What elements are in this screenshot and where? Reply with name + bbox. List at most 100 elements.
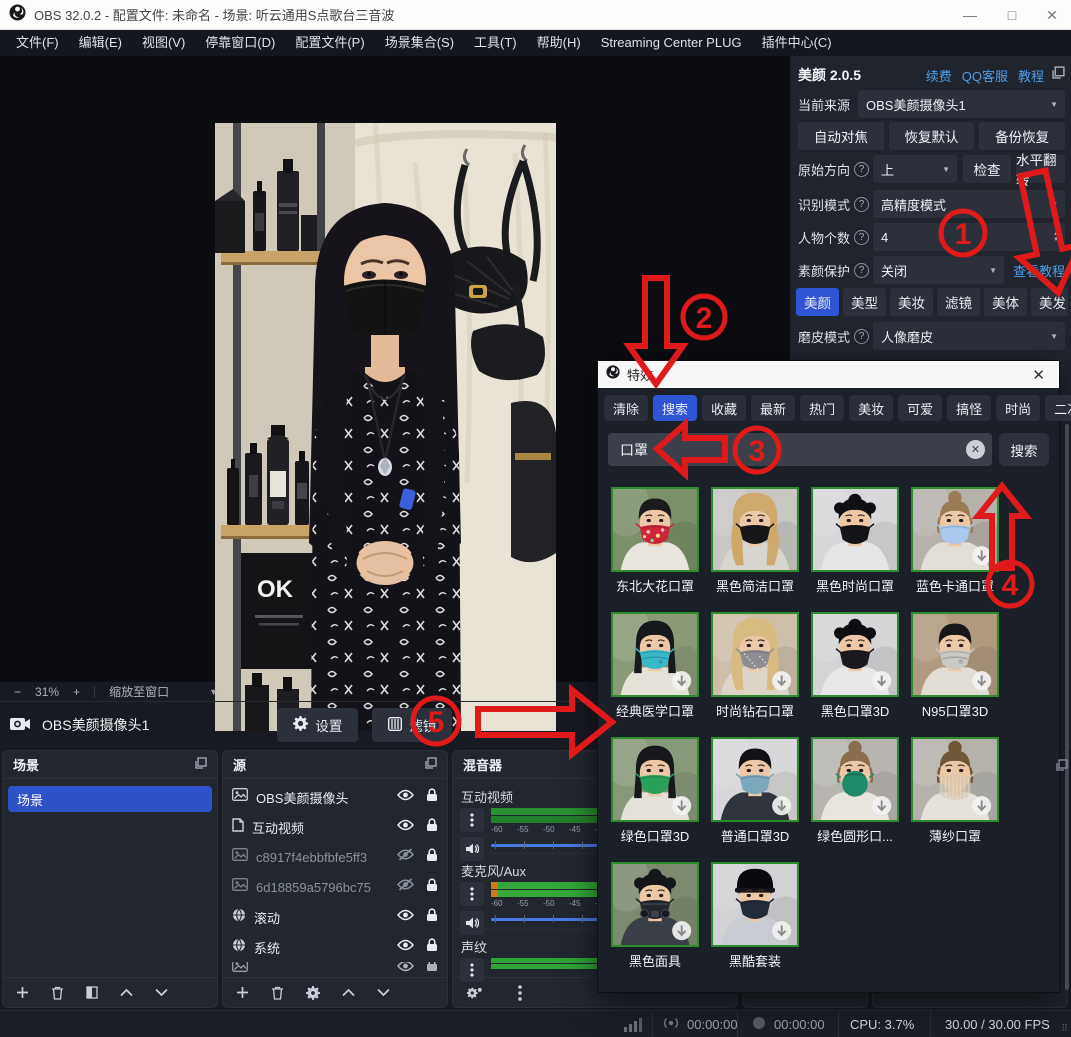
- visibility-eye-icon[interactable]: [397, 788, 414, 806]
- orientation-select[interactable]: 上▼: [873, 155, 957, 183]
- effect-thumbnail[interactable]: [711, 487, 799, 572]
- source-row-系统[interactable]: 系统: [223, 932, 447, 962]
- lock-icon[interactable]: [426, 908, 438, 927]
- clear-search-icon[interactable]: ✕: [966, 440, 985, 459]
- effect-item-黑色面具[interactable]: 黑色面具: [611, 862, 699, 970]
- lock-icon[interactable]: [426, 848, 438, 867]
- effect-thumbnail[interactable]: [611, 487, 699, 572]
- effect-thumbnail[interactable]: [711, 862, 799, 947]
- effects-tab-时尚[interactable]: 时尚: [996, 395, 1040, 421]
- protect-select[interactable]: 关闭▼: [873, 256, 1004, 284]
- beauty-tab-美妆[interactable]: 美妆: [890, 288, 933, 316]
- advanced-audio-icon[interactable]: [466, 986, 482, 1000]
- dock-popout-icon[interactable]: [1056, 758, 1068, 776]
- effect-thumbnail[interactable]: [811, 737, 899, 822]
- tutorial-top-link[interactable]: 教程: [1018, 66, 1044, 85]
- effect-thumbnail[interactable]: [711, 737, 799, 822]
- add-scene-icon[interactable]: [16, 986, 29, 999]
- effect-item-绿色圆形口...[interactable]: 绿色圆形口...: [811, 737, 899, 845]
- settings-button[interactable]: 设置: [277, 708, 358, 742]
- source-row-partial[interactable]: [223, 962, 447, 973]
- effect-item-黑色简洁口罩[interactable]: 黑色简洁口罩: [711, 487, 799, 595]
- effects-tab-热门[interactable]: 热门: [800, 395, 844, 421]
- speaker-icon[interactable]: [460, 911, 484, 935]
- dialog-close-button[interactable]: ✕: [1026, 366, 1051, 384]
- move-scene-up-icon[interactable]: [120, 988, 133, 997]
- source-row-互动视频[interactable]: 互动视频: [223, 812, 447, 842]
- effects-tab-可爱[interactable]: 可爱: [898, 395, 942, 421]
- effect-item-黑色口罩3D[interactable]: 黑色口罩3D: [811, 612, 899, 720]
- zoom-out-button[interactable]: −: [14, 685, 21, 699]
- effect-thumbnail[interactable]: [811, 612, 899, 697]
- check-button[interactable]: 检查: [963, 155, 1011, 183]
- effect-thumbnail[interactable]: [711, 612, 799, 697]
- menu-item-2[interactable]: 编辑(E): [69, 30, 132, 56]
- chevron-down-icon[interactable]: ▼: [209, 687, 218, 697]
- effect-thumbnail[interactable]: [611, 737, 699, 822]
- visibility-eye-icon[interactable]: [397, 908, 414, 926]
- maximize-button[interactable]: □: [995, 0, 1029, 30]
- close-button[interactable]: ✕: [1035, 0, 1069, 30]
- lock-icon[interactable]: [426, 818, 438, 837]
- dock-popout-icon[interactable]: [425, 756, 437, 774]
- effect-thumbnail[interactable]: [611, 612, 699, 697]
- scene-filters-icon[interactable]: [86, 986, 98, 999]
- menu-item-7[interactable]: 工具(T): [464, 30, 527, 56]
- menu-item-5[interactable]: 配置文件(P): [285, 30, 374, 56]
- beauty-tab-美体[interactable]: 美体: [984, 288, 1027, 316]
- recognition-mode-select[interactable]: 高精度模式▼: [873, 190, 1065, 218]
- effect-thumbnail[interactable]: [911, 487, 999, 572]
- effect-item-薄纱口罩[interactable]: 薄纱口罩: [911, 737, 999, 845]
- effect-item-黑色时尚口罩[interactable]: 黑色时尚口罩: [811, 487, 899, 595]
- remove-source-icon[interactable]: [271, 986, 284, 1000]
- effects-tab-搞怪[interactable]: 搞怪: [947, 395, 991, 421]
- effects-tab-搜索[interactable]: 搜索: [653, 395, 697, 421]
- beauty-tab-美颜[interactable]: 美颜: [796, 288, 839, 316]
- source-row-c8917f4ebbfbfe5ff3[interactable]: c8917f4ebbfbfe5ff3: [223, 842, 447, 872]
- effect-item-绿色口罩3D[interactable]: 绿色口罩3D: [611, 737, 699, 845]
- visibility-eye-icon[interactable]: [397, 962, 414, 973]
- speaker-icon[interactable]: [460, 837, 484, 861]
- effect-item-普通口罩3D[interactable]: 普通口罩3D: [711, 737, 799, 845]
- effect-thumbnail[interactable]: [911, 612, 999, 697]
- restore-default-button[interactable]: 恢复默认: [889, 122, 975, 150]
- source-select[interactable]: OBS美颜摄像头1▼: [858, 90, 1065, 118]
- dock-popout-icon[interactable]: [195, 756, 207, 774]
- visibility-eye-icon[interactable]: [397, 818, 414, 836]
- effect-thumbnail[interactable]: [611, 862, 699, 947]
- effect-item-经典医学口罩[interactable]: 经典医学口罩: [611, 612, 699, 720]
- lock-icon[interactable]: [426, 878, 438, 897]
- scrollbar[interactable]: [1065, 424, 1069, 990]
- beauty-tab-美型[interactable]: 美型: [843, 288, 886, 316]
- move-source-down-icon[interactable]: [377, 988, 390, 997]
- lock-icon[interactable]: [426, 938, 438, 957]
- effect-item-黑酷套装[interactable]: 黑酷套装: [711, 862, 799, 970]
- menu-item-10[interactable]: 插件中心(C): [752, 30, 842, 56]
- help-icon[interactable]: ?: [854, 197, 869, 212]
- fit-to-window-button[interactable]: 缩放至窗口: [109, 683, 169, 700]
- effect-item-蓝色卡通口罩[interactable]: 蓝色卡通口罩: [911, 487, 999, 595]
- move-source-up-icon[interactable]: [342, 988, 355, 997]
- scene-item-场景[interactable]: 场景: [8, 786, 212, 812]
- smooth-mode-select[interactable]: 人像磨皮▼: [873, 322, 1065, 350]
- lock-icon[interactable]: [426, 962, 438, 973]
- effect-item-N95口罩3D[interactable]: N95口罩3D: [911, 612, 999, 720]
- help-icon[interactable]: ?: [854, 230, 869, 245]
- channel-menu-icon[interactable]: [460, 808, 484, 832]
- add-source-icon[interactable]: [236, 986, 249, 999]
- visibility-eye-off-icon[interactable]: [397, 878, 414, 896]
- menu-item-4[interactable]: 停靠窗口(D): [195, 30, 285, 56]
- beauty-tab-滤镜[interactable]: 滤镜: [937, 288, 980, 316]
- effects-tab-清除[interactable]: 清除: [604, 395, 648, 421]
- effect-item-东北大花口罩[interactable]: 东北大花口罩: [611, 487, 699, 595]
- zoom-in-button[interactable]: +: [73, 685, 80, 699]
- mixer-menu-icon[interactable]: [518, 985, 522, 1001]
- dock-popout-icon[interactable]: [1052, 66, 1065, 84]
- source-properties-icon[interactable]: [306, 986, 320, 1000]
- move-scene-down-icon[interactable]: [155, 988, 168, 997]
- menu-item-8[interactable]: 帮助(H): [527, 30, 591, 56]
- effects-tab-收藏[interactable]: 收藏: [702, 395, 746, 421]
- source-row-6d18859a5796bc75[interactable]: 6d18859a5796bc75: [223, 872, 447, 902]
- autofocus-button[interactable]: 自动对焦: [798, 122, 884, 150]
- visibility-eye-off-icon[interactable]: [397, 848, 414, 866]
